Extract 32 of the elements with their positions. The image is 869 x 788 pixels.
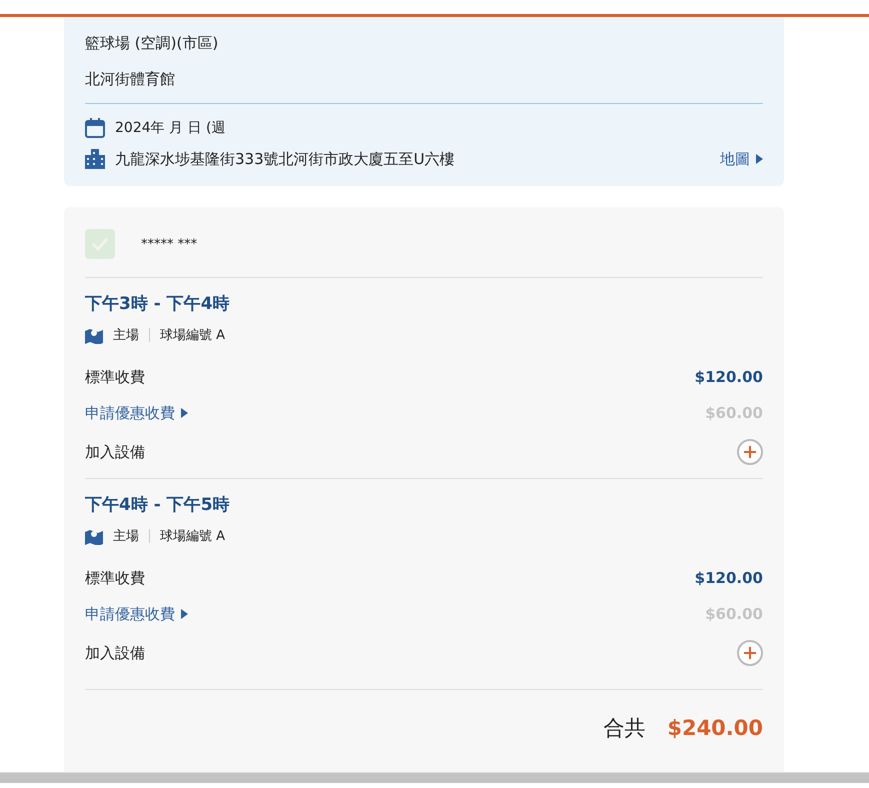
map-pin-icon	[85, 326, 103, 344]
standard-price: $120.00	[694, 368, 763, 386]
add-button[interactable]	[737, 640, 763, 666]
caret-icon	[181, 408, 188, 418]
map-pin-icon	[85, 527, 103, 545]
standard-fee-label: 標準收費	[85, 367, 145, 387]
equipment-label: 加入設備	[85, 442, 145, 462]
map-link[interactable]: 地圖	[720, 150, 763, 168]
building-icon	[85, 149, 105, 169]
facility-type: 籃球場 (空調)(市區)	[85, 33, 218, 53]
venue-address: 九龍深水埗基隆街333號北河街市政大廈五至U六樓	[115, 149, 455, 169]
calendar-icon	[85, 118, 105, 138]
standard-price: $120.00	[694, 569, 763, 587]
standard-fee-label: 標準收費	[85, 568, 145, 588]
total-price: $240.00	[667, 716, 763, 740]
plus-icon	[744, 647, 756, 659]
time-slot: 下午4時 - 下午5時	[85, 492, 230, 516]
court-number: 球場編號 A	[160, 327, 226, 344]
total-label: 合共	[603, 715, 646, 742]
court-number: 球場編號 A	[160, 528, 226, 545]
holder-name: ***** ***	[141, 236, 198, 252]
booking-date: 2024年 月 日 (週	[115, 119, 226, 137]
caret-icon	[181, 609, 188, 619]
equipment-label: 加入設備	[85, 643, 145, 663]
court-area: 主場	[113, 326, 139, 344]
time-slot: 下午3時 - 下午4時	[85, 292, 230, 314]
court-area: 主場	[113, 527, 139, 545]
caret-icon	[756, 154, 763, 164]
horizontal-scrollbar[interactable]	[0, 772, 869, 783]
add-button[interactable]	[737, 439, 763, 465]
venue-name: 北河街體育館	[85, 69, 175, 89]
plus-icon	[744, 446, 756, 458]
